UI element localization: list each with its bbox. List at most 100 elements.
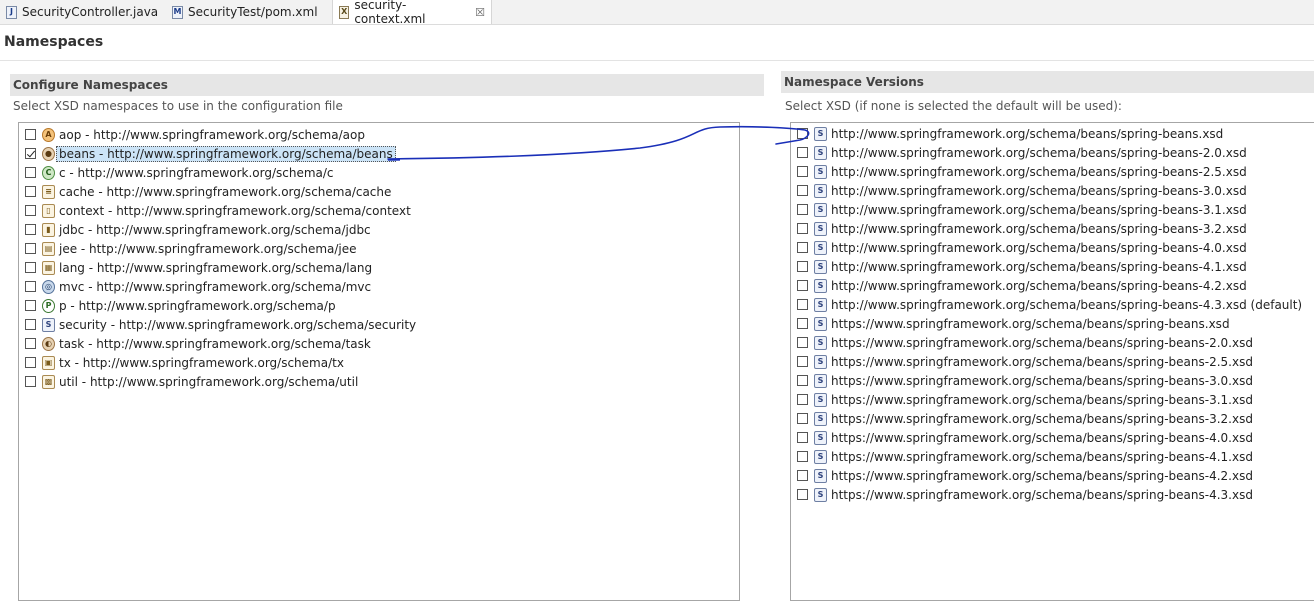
xsd-version-checkbox[interactable]	[797, 185, 808, 196]
xsd-version-checkbox[interactable]	[797, 432, 808, 443]
xsd-version-label: http://www.springframework.org/schema/be…	[831, 297, 1303, 312]
namespace-item[interactable]: ◎ mvc - http://www.springframework.org/sc…	[25, 277, 371, 296]
namespace-list[interactable]: Aaop - http://www.springframework.org/sc…	[18, 122, 740, 601]
namespace-version-list[interactable]: Shttp://www.springframework.org/schema/b…	[790, 122, 1314, 601]
namespace-item[interactable]: Aaop - http://www.springframework.org/sc…	[25, 125, 365, 144]
xsd-version-item[interactable]: Shttp://www.springframework.org/schema/b…	[797, 124, 1223, 143]
divider	[0, 60, 1314, 61]
namespace-item[interactable]: Cc - http://www.springframework.org/sche…	[25, 163, 334, 182]
xsd-version-checkbox[interactable]	[797, 166, 808, 177]
namespace-item[interactable]: ▮ jdbc - http://www.springframework.org/s…	[25, 220, 371, 239]
xsd-version-item[interactable]: Shttps://www.springframework.org/schema/…	[797, 428, 1253, 447]
xsd-version-item[interactable]: Shttp://www.springframework.org/schema/b…	[797, 219, 1247, 238]
namespace-label: aop - http://www.springframework.org/sch…	[59, 127, 365, 142]
namespace-p-icon: P	[42, 298, 55, 313]
schema-file-icon: S	[814, 373, 827, 388]
xsd-version-label: https://www.springframework.org/schema/b…	[831, 335, 1253, 350]
namespace-item[interactable]: ◐ task - http://www.springframework.org/s…	[25, 334, 371, 353]
namespace-versions-header: Namespace Versions	[781, 71, 1314, 93]
close-icon[interactable]: ☒	[475, 6, 485, 19]
xml-file-icon: X	[339, 5, 350, 19]
namespace-bean-icon: ●	[42, 146, 55, 161]
namespace-checkbox[interactable]	[25, 148, 36, 159]
xsd-version-checkbox[interactable]	[797, 375, 808, 386]
namespace-s-icon: S	[42, 317, 55, 332]
tab-pom-xml[interactable]: M SecurityTest/pom.xml	[166, 0, 332, 24]
namespace-checkbox[interactable]	[25, 243, 36, 254]
namespace-item[interactable]: ▤ jee - http://www.springframework.org/sc…	[25, 239, 357, 258]
xsd-version-label: http://www.springframework.org/schema/be…	[831, 164, 1247, 179]
xsd-version-checkbox[interactable]	[797, 147, 808, 158]
schema-file-icon: S	[814, 221, 827, 236]
xsd-version-item[interactable]: Shttps://www.springframework.org/schema/…	[797, 466, 1253, 485]
namespace-checkbox[interactable]	[25, 205, 36, 216]
xsd-version-item[interactable]: Shttps://www.springframework.org/schema/…	[797, 333, 1253, 352]
xsd-version-item[interactable]: Shttp://www.springframework.org/schema/b…	[797, 238, 1247, 257]
namespace-checkbox[interactable]	[25, 262, 36, 273]
namespace-checkbox[interactable]	[25, 319, 36, 330]
xsd-version-label: https://www.springframework.org/schema/b…	[831, 487, 1253, 502]
namespace-checkbox[interactable]	[25, 376, 36, 387]
xsd-version-checkbox[interactable]	[797, 280, 808, 291]
xsd-version-item[interactable]: Shttps://www.springframework.org/schema/…	[797, 314, 1230, 333]
xsd-version-checkbox[interactable]	[797, 204, 808, 215]
xsd-version-item[interactable]: Shttps://www.springframework.org/schema/…	[797, 409, 1253, 428]
namespace-checkbox[interactable]	[25, 357, 36, 368]
xsd-version-checkbox[interactable]	[797, 128, 808, 139]
xsd-version-item[interactable]: Shttps://www.springframework.org/schema/…	[797, 352, 1253, 371]
namespace-item[interactable]: ● beans - http://www.springframework.org/…	[25, 144, 396, 163]
schema-file-icon: S	[814, 297, 827, 312]
xsd-version-checkbox[interactable]	[797, 413, 808, 424]
schema-file-icon: S	[814, 183, 827, 198]
xsd-version-item[interactable]: Shttp://www.springframework.org/schema/b…	[797, 295, 1302, 314]
xsd-version-checkbox[interactable]	[797, 337, 808, 348]
xsd-version-item[interactable]: Shttp://www.springframework.org/schema/b…	[797, 143, 1247, 162]
xsd-version-checkbox[interactable]	[797, 242, 808, 253]
xsd-version-item[interactable]: Shttps://www.springframework.org/schema/…	[797, 371, 1253, 390]
xsd-version-item[interactable]: Shttp://www.springframework.org/schema/b…	[797, 276, 1247, 295]
namespace-checkbox[interactable]	[25, 224, 36, 235]
namespace-label: util - http://www.springframework.org/sc…	[59, 374, 359, 389]
namespace-item[interactable]: ▯ context - http://www.springframework.or…	[25, 201, 411, 220]
namespace-item[interactable]: ▦ lang - http://www.springframework.org/s…	[25, 258, 372, 277]
tab-label: SecurityController.java	[22, 5, 159, 19]
xsd-version-checkbox[interactable]	[797, 356, 808, 367]
xsd-version-item[interactable]: Shttp://www.springframework.org/schema/b…	[797, 181, 1247, 200]
tab-security-context-xml[interactable]: X security-context.xml ☒	[332, 0, 492, 26]
namespace-item[interactable]: ≡ cache - http://www.springframework.org/…	[25, 182, 391, 201]
configure-namespaces-description: Select XSD namespaces to use in the conf…	[13, 99, 343, 113]
namespace-label: task - http://www.springframework.org/sc…	[59, 336, 371, 351]
namespace-checkbox[interactable]	[25, 300, 36, 311]
xsd-version-checkbox[interactable]	[797, 261, 808, 272]
namespace-checkbox[interactable]	[25, 167, 36, 178]
xsd-version-item[interactable]: Shttps://www.springframework.org/schema/…	[797, 390, 1253, 409]
xsd-version-item[interactable]: Shttps://www.springframework.org/schema/…	[797, 447, 1253, 466]
namespace-checkbox[interactable]	[25, 338, 36, 349]
namespace-label: lang - http://www.springframework.org/sc…	[59, 260, 373, 275]
namespace-label: mvc - http://www.springframework.org/sch…	[59, 279, 372, 294]
xsd-version-item[interactable]: Shttps://www.springframework.org/schema/…	[797, 485, 1253, 504]
schema-file-icon: S	[814, 126, 827, 141]
xsd-version-item[interactable]: Shttp://www.springframework.org/schema/b…	[797, 257, 1247, 276]
xsd-version-item[interactable]: Shttp://www.springframework.org/schema/b…	[797, 200, 1247, 219]
xsd-version-checkbox[interactable]	[797, 470, 808, 481]
namespace-checkbox[interactable]	[25, 281, 36, 292]
namespace-item[interactable]: Ssecurity - http://www.springframework.o…	[25, 315, 416, 334]
xsd-version-checkbox[interactable]	[797, 299, 808, 310]
namespace-item[interactable]: ▣ tx - http://www.springframework.org/sch…	[25, 353, 344, 372]
namespace-item[interactable]: Pp - http://www.springframework.org/sche…	[25, 296, 336, 315]
namespace-item[interactable]: ▩ util - http://www.springframework.org/s…	[25, 372, 358, 391]
namespace-checkbox[interactable]	[25, 186, 36, 197]
tab-security-controller[interactable]: J SecurityController.java	[0, 0, 166, 24]
namespace-doc-icon: ▦	[42, 260, 55, 275]
xsd-version-checkbox[interactable]	[797, 489, 808, 500]
xsd-version-label: http://www.springframework.org/schema/be…	[831, 126, 1224, 141]
namespace-checkbox[interactable]	[25, 129, 36, 140]
xsd-version-checkbox[interactable]	[797, 451, 808, 462]
configure-namespaces-header: Configure Namespaces	[10, 74, 764, 96]
xsd-version-checkbox[interactable]	[797, 223, 808, 234]
xsd-version-item[interactable]: Shttp://www.springframework.org/schema/b…	[797, 162, 1247, 181]
xsd-version-label: http://www.springframework.org/schema/be…	[831, 240, 1247, 255]
xsd-version-checkbox[interactable]	[797, 318, 808, 329]
xsd-version-checkbox[interactable]	[797, 394, 808, 405]
